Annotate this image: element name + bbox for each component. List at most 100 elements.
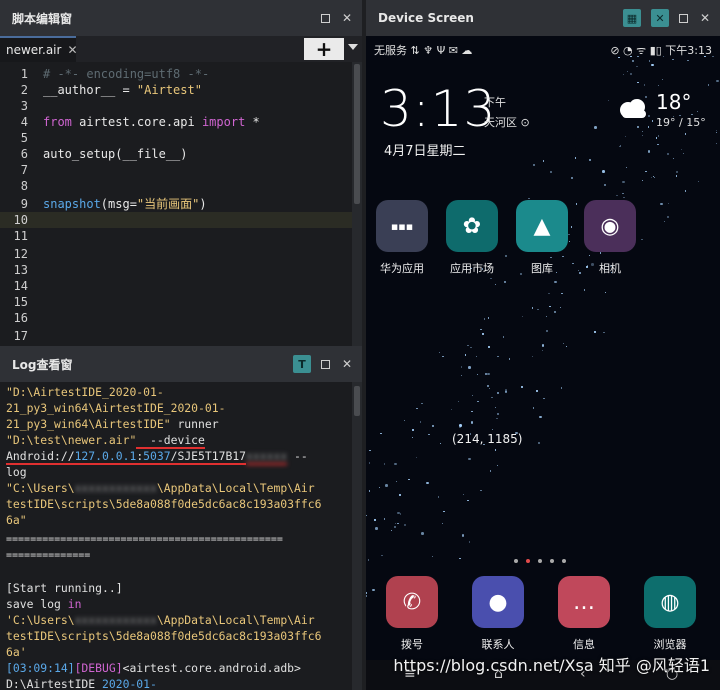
- log-line: 21_py3_win64\AirtestIDE" runner: [6, 417, 219, 431]
- star-particle: [716, 79, 719, 83]
- log-scrollbar[interactable]: [354, 386, 360, 416]
- app-browser[interactable]: ◍ 浏览器: [640, 576, 700, 652]
- status-bar-left: 无服务 ⇅ ♆ Ψ ✉ ☁: [374, 44, 473, 57]
- float-window-icon[interactable]: [321, 13, 330, 23]
- star-particle: [368, 490, 371, 492]
- star-particle: [489, 470, 492, 472]
- float-window-icon[interactable]: [321, 359, 330, 369]
- log-line: "D:\AirtestIDE_2020-01-: [6, 385, 164, 399]
- filter-icon[interactable]: T: [293, 355, 311, 373]
- star-particle: [494, 283, 496, 285]
- star-particle: [632, 60, 634, 62]
- app-gallery[interactable]: ▲ 图库: [512, 200, 572, 276]
- file-tab[interactable]: newer.air ✕: [0, 36, 78, 62]
- app-dialer[interactable]: ✆ 拨号: [382, 576, 442, 652]
- star-particle: [366, 514, 368, 516]
- browser-icon: ◍: [644, 576, 696, 628]
- phone-screen[interactable]: 无服务 ⇅ ♆ Ψ ✉ ☁ ⊘ ◔ ᯤ ▮▯ 下午3:13 3:13 下午 天河…: [366, 36, 720, 690]
- star-particle: [383, 463, 386, 465]
- star-particle: [682, 152, 685, 155]
- star-particle: [505, 391, 507, 393]
- status-bar-right: ⊘ ◔ ᯤ ▮▯ 下午3:13: [610, 44, 712, 57]
- log-output[interactable]: "D:\AirtestIDE_2020-01- 21_py3_win64\Air…: [0, 382, 352, 690]
- star-particle: [626, 70, 629, 73]
- star-particle: [450, 409, 452, 411]
- star-particle: [497, 355, 499, 358]
- code-line-current: 10: [0, 212, 352, 228]
- star-particle: [531, 356, 533, 358]
- star-particle: [707, 84, 710, 86]
- star-particle: [684, 133, 687, 135]
- page-indicator: [514, 559, 566, 563]
- star-particle: [647, 150, 651, 153]
- star-particle: [421, 532, 424, 535]
- star-particle: [461, 374, 463, 376]
- star-particle: [583, 289, 586, 291]
- star-particle: [496, 417, 498, 420]
- star-particle: [470, 346, 472, 349]
- star-particle: [494, 449, 497, 451]
- script-editor-panel: 脚本编辑窗 ✕ newer.air ✕ + 1 # -*- encoding=ut…: [0, 0, 362, 346]
- app-messages[interactable]: … 信息: [554, 576, 614, 652]
- star-particle: [716, 131, 718, 134]
- star-particle: [542, 160, 544, 162]
- star-particle: [676, 171, 678, 173]
- star-particle: [431, 556, 434, 558]
- log-line: [03:09:14][DEBUG]<airtest.core.android.a…: [6, 661, 301, 675]
- star-particle: [488, 387, 491, 390]
- star-particle: [408, 478, 410, 481]
- star-particle: [712, 56, 714, 58]
- star-particle: [641, 179, 644, 182]
- log-line: "C:\Users\xxxxxxxxxxxx\AppData\Local\Tem…: [6, 481, 315, 495]
- star-particle: [497, 413, 499, 415]
- star-particle: [487, 385, 489, 387]
- star-particle: [554, 280, 557, 284]
- star-particle: [541, 344, 545, 347]
- app-contacts[interactable]: ● 联系人: [468, 576, 528, 652]
- log-line: Android://127.0.0.1:5037/SJE5T17B17xxxxx…: [6, 449, 308, 465]
- star-particle: [716, 142, 718, 144]
- page-dot: [514, 559, 518, 563]
- star-particle: [461, 534, 465, 537]
- date-label: 4月7日星期二: [384, 144, 466, 159]
- star-particle: [616, 194, 618, 196]
- code-line: 16: [13, 311, 28, 325]
- star-particle: [369, 449, 371, 452]
- star-particle: [443, 510, 445, 513]
- chevron-down-icon[interactable]: [348, 44, 358, 50]
- close-tab-icon[interactable]: ✕: [67, 43, 77, 57]
- star-particle: [404, 524, 406, 526]
- new-file-button[interactable]: +: [304, 37, 344, 61]
- star-particle: [565, 345, 567, 348]
- code-line: 6 auto_setup(__file__): [20, 147, 188, 161]
- tools-icon[interactable]: ✕: [651, 9, 669, 27]
- star-particle: [490, 278, 492, 280]
- star-particle: [491, 396, 493, 399]
- page-dot: [550, 559, 554, 563]
- code-line: 13: [13, 263, 28, 277]
- editor-title: 脚本编辑窗: [12, 11, 73, 26]
- star-particle: [604, 184, 606, 186]
- star-particle: [650, 176, 652, 179]
- grid-icon[interactable]: ▦: [623, 9, 641, 27]
- close-icon[interactable]: ✕: [698, 11, 712, 25]
- star-particle: [664, 221, 666, 223]
- editor-scrollbar[interactable]: [354, 64, 360, 204]
- star-particle: [394, 522, 397, 525]
- log-titlebar: Log查看窗 T ✕: [0, 346, 362, 382]
- log-line: 6a': [6, 645, 27, 659]
- app-huawei-apps[interactable]: ▪▪▪ 华为应用: [372, 200, 432, 276]
- log-line: 6a": [6, 513, 27, 527]
- float-window-icon[interactable]: [679, 13, 688, 23]
- star-particle: [394, 526, 396, 528]
- log-separator: ==============: [6, 550, 91, 561]
- star-particle: [460, 366, 463, 368]
- code-area[interactable]: 1 # -*- encoding=utf8 -*- 2 __author__ = "…: [0, 62, 352, 346]
- app-camera[interactable]: ◉ 相机: [580, 200, 640, 276]
- close-icon[interactable]: ✕: [340, 11, 354, 25]
- app-app-market[interactable]: ✿ 应用市场: [442, 200, 502, 276]
- star-particle: [545, 315, 548, 318]
- close-icon[interactable]: ✕: [340, 357, 354, 371]
- star-particle: [562, 342, 565, 345]
- log-panel: Log查看窗 T ✕ "D:\AirtestIDE_2020-01- 21_py…: [0, 346, 362, 690]
